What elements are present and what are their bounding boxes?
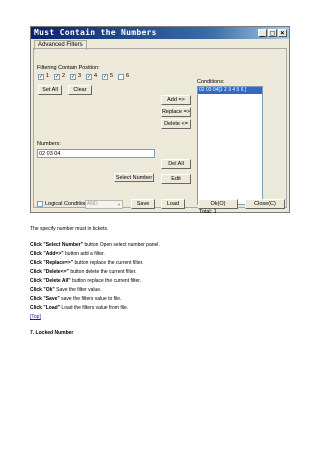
doc-line-bold: Click "Delete All" — [30, 278, 71, 284]
conditions-label: Conditions: — [197, 79, 225, 85]
doc-line-text: button replace the current filter. — [70, 278, 142, 284]
window-title: Must Contain the Numbers — [34, 28, 157, 37]
intro-text: The specify number must in tickets. — [30, 226, 109, 232]
doc-line: Click "Add=>" button add a filter. — [30, 251, 105, 258]
filters-panel: Filtering Contain Position: ✓ 1 ✓ 2 ✓ 3 … — [33, 48, 287, 215]
doc-line-text: save the filters value to file. — [59, 296, 122, 302]
set-all-button[interactable]: Set All — [38, 85, 62, 95]
total-label: Total: 1 — [199, 209, 217, 215]
position-2-checkbox[interactable]: ✓ — [54, 74, 60, 80]
doc-line-bold: Click "Replace=>" — [30, 260, 74, 266]
add-button[interactable]: Add => — [161, 95, 191, 105]
delete-button[interactable]: Delete <= — [161, 119, 191, 129]
doc-line-bold: Click "Delete<=" — [30, 269, 69, 275]
position-4-checkbox[interactable]: ✓ — [86, 74, 92, 80]
save-button[interactable]: Save — [131, 199, 155, 209]
logical-condition-select[interactable]: AND ▼ — [85, 200, 123, 209]
numbers-label: Numbers: — [37, 141, 61, 147]
doc-line: Click "Ok" Save the filter value. — [30, 287, 101, 294]
chevron-down-icon: ▼ — [117, 202, 121, 207]
position-1-label: 1 — [46, 73, 50, 79]
maximize-button[interactable]: □ — [268, 29, 277, 37]
position-6-label: 6 — [126, 73, 130, 79]
doc-line-bold: Click "Save" — [30, 296, 60, 302]
logical-condition-checkbox[interactable] — [37, 201, 43, 207]
doc-line-text: button Open select number panel. — [83, 242, 160, 248]
doc-line: Click "Delete All" button replace the cu… — [30, 278, 141, 285]
close-button[interactable]: Close(C) — [245, 199, 285, 209]
del-all-button[interactable]: Del All — [161, 159, 191, 169]
doc-line: Click "Save" save the filters value to f… — [30, 296, 121, 303]
doc-line-bold: Click "Ok" — [30, 287, 55, 293]
doc-line-bold: Click "Select Number" — [30, 242, 84, 248]
position-1-checkbox[interactable]: ✓ — [38, 74, 44, 80]
filter-dialog: Must Contain the Numbers _ □ × Advanced … — [30, 26, 290, 215]
position-4-label: 4 — [94, 73, 98, 79]
title-bar: Must Contain the Numbers _ □ × — [31, 27, 289, 39]
doc-line-text: button replace the current filter. — [73, 260, 144, 266]
minimize-button[interactable]: _ — [258, 29, 267, 37]
clear-button[interactable]: Clear — [68, 85, 92, 95]
close-window-button[interactable]: × — [278, 29, 287, 37]
position-3-label: 3 — [78, 73, 82, 79]
conditions-list[interactable]: 02 03 04[1 2 3 4 5 6 ] — [197, 86, 263, 205]
top-link[interactable]: [Top] — [30, 314, 41, 321]
edit-button[interactable]: Edit — [161, 174, 191, 184]
position-2-label: 2 — [62, 73, 66, 79]
logical-condition-value: AND — [87, 201, 98, 207]
doc-line-text: button add a filter. — [63, 251, 105, 257]
filter-position-label: Filtering Contain Position: — [37, 65, 100, 71]
numbers-input[interactable]: 02 03 04 — [37, 149, 155, 158]
doc-line: Click "Select Number" button Open select… — [30, 242, 160, 249]
doc-line: Click "Replace=>" button replace the cur… — [30, 260, 143, 267]
condition-item[interactable]: 02 03 04[1 2 3 4 5 6 ] — [198, 87, 262, 94]
doc-line: Click "Delete<=" button delete the curre… — [30, 269, 136, 276]
doc-line-bold: Click "Load" — [30, 305, 61, 311]
load-button[interactable]: Load — [161, 199, 185, 209]
position-6-checkbox[interactable] — [118, 74, 124, 80]
position-3-checkbox[interactable]: ✓ — [70, 74, 76, 80]
position-5-label: 5 — [110, 73, 114, 79]
section-heading: 7. Locked Number — [30, 330, 74, 336]
replace-button[interactable]: Replace => — [161, 107, 191, 117]
position-5-checkbox[interactable]: ✓ — [102, 74, 108, 80]
doc-line: Click "Load" Load the filters value from… — [30, 305, 128, 312]
doc-line-text: Load the filters value from file. — [60, 305, 129, 311]
ok-button[interactable]: Ok(O) — [198, 199, 238, 209]
doc-line-text: button delete the current filter. — [68, 269, 137, 275]
doc-line-text: Save the filter value. — [54, 287, 102, 293]
logical-condition-label: Logical Condition: — [45, 201, 89, 207]
select-number-button[interactable]: Select Number — [114, 173, 154, 182]
doc-line-bold: Click "Add=>" — [30, 251, 64, 257]
